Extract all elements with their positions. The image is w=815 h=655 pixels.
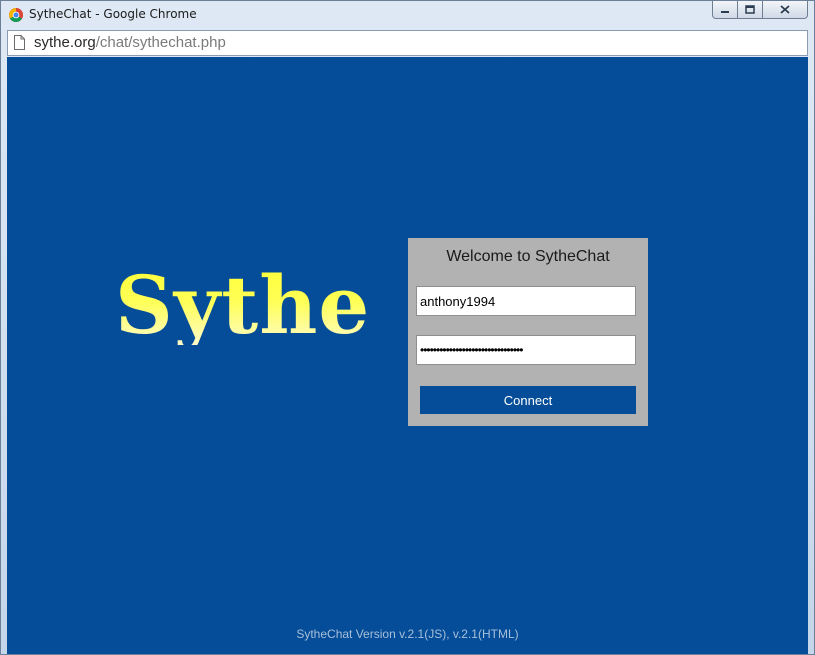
maximize-button[interactable]	[737, 1, 763, 19]
sythe-logo: Sythe	[115, 258, 371, 352]
url-text: sythe.org/chat/sythechat.php	[34, 34, 226, 51]
address-bar[interactable]: sythe.org/chat/sythechat.php	[7, 30, 808, 56]
chrome-logo-icon	[9, 8, 23, 22]
connect-button[interactable]: Connect	[420, 386, 636, 414]
close-icon	[780, 5, 790, 14]
maximize-icon	[745, 5, 755, 14]
window-title: SytheChat - Google Chrome	[29, 7, 197, 21]
version-text: SytheChat Version v.2.1(JS), v.2.1(HTML)	[296, 627, 519, 641]
close-button[interactable]	[762, 1, 808, 19]
login-panel: Welcome to SytheChat Connect	[408, 238, 648, 426]
welcome-heading: Welcome to SytheChat	[446, 248, 610, 265]
window-controls	[712, 1, 808, 20]
title-bar[interactable]: SytheChat - Google Chrome	[1, 1, 814, 29]
minimize-icon	[721, 10, 729, 13]
url-path: /chat/sythechat.php	[95, 34, 226, 51]
password-input[interactable]	[416, 335, 636, 365]
url-domain: sythe.org	[34, 34, 96, 51]
username-input[interactable]	[416, 286, 636, 316]
page-icon	[14, 35, 25, 50]
minimize-button[interactable]	[712, 1, 738, 19]
browser-window: SytheChat - Google Chrome sythe.org/chat…	[0, 0, 815, 655]
page-content: Sythe Welcome to SytheChat Connect Sythe…	[7, 57, 808, 654]
